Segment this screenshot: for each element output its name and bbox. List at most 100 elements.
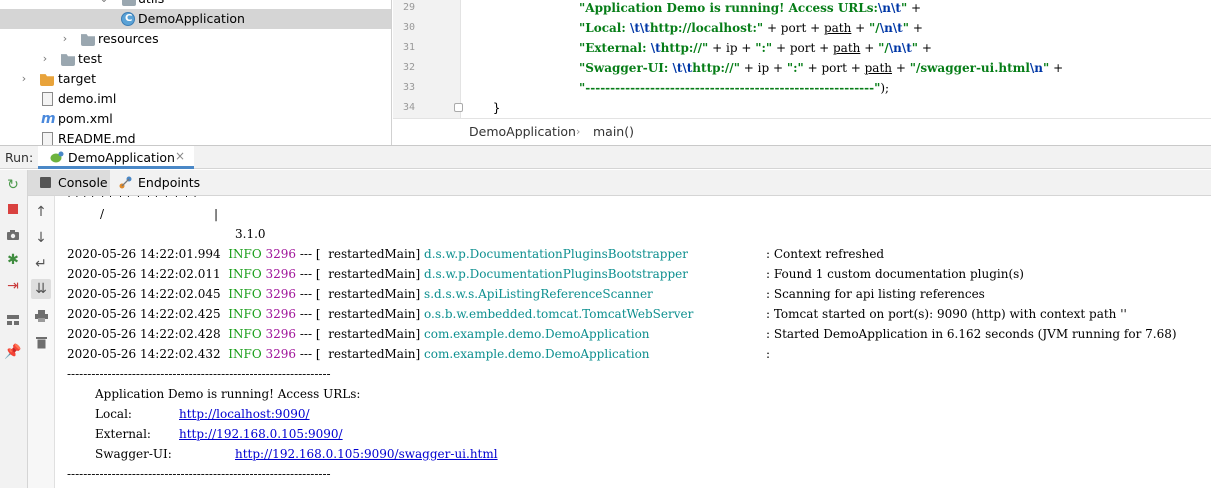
log-message: :: [766, 347, 771, 361]
log-line: 2020-05-26 14:22:02.425 INFO 3296 --- [ …: [67, 307, 694, 321]
url-label-local: Local:: [95, 407, 132, 421]
link-external[interactable]: http://192.168.0.105:9090/: [179, 424, 343, 444]
tree-item-label: pom.xml: [58, 111, 113, 126]
tree-item-test[interactable]: › test: [0, 49, 391, 69]
camera-icon[interactable]: [3, 225, 23, 245]
print-icon[interactable]: [31, 306, 51, 326]
tree-item-target[interactable]: › target: [0, 69, 391, 89]
tree-item-pom-xml[interactable]: m pom.xml: [0, 109, 391, 129]
pin-icon[interactable]: 📌: [3, 342, 23, 362]
link-local[interactable]: http://localhost:9090/: [179, 404, 310, 424]
chevron-right-icon[interactable]: ›: [18, 69, 30, 89]
run-tool-window-header: Run: DemoApplication ×: [0, 145, 1211, 169]
layout-icon[interactable]: [3, 310, 23, 330]
chevron-down-icon[interactable]: ⌄: [98, 0, 110, 9]
excluded-folder-icon: [40, 74, 54, 86]
java-class-icon: [121, 9, 135, 29]
resources-folder-icon: [81, 34, 95, 46]
exit-icon[interactable]: ⇥: [3, 276, 23, 296]
line-gutter: 29 30 31 32 33 34: [393, 0, 461, 118]
log-message: : Tomcat started on port(s): 9090 (http)…: [766, 307, 1127, 321]
code-editor[interactable]: 29 30 31 32 33 34 "Application Demo is r…: [393, 0, 1211, 145]
code-line: "Local: \t\thttp://localhost:" + port + …: [579, 21, 923, 35]
line-number: 30: [402, 22, 415, 33]
log-line: 2020-05-26 14:22:02.011 INFO 3296 --- [ …: [67, 267, 688, 281]
console-icon: [40, 177, 51, 188]
divider-line: ----------------------------------------…: [67, 467, 331, 481]
tree-item-label: resources: [98, 31, 159, 46]
line-number: 32: [402, 62, 415, 73]
run-left-toolbar: ↻ ✱ ⇥ 📌: [0, 170, 28, 488]
log-line: 2020-05-26 14:22:02.045 INFO 3296 --- [ …: [67, 287, 653, 301]
line-number: 33: [402, 82, 415, 93]
closing-brace: }: [493, 101, 501, 115]
spring-boot-run-icon: [50, 151, 64, 163]
endpoints-icon: [119, 176, 132, 189]
log-message: : Found 1 custom documentation plugin(s): [766, 267, 1024, 281]
banner-line: /: [100, 207, 105, 221]
banner-line: |: [214, 207, 219, 221]
url-label-external: External:: [95, 427, 151, 441]
tree-item-label: test: [78, 51, 103, 66]
tree-item-label: target: [58, 71, 97, 86]
tree-item-resources[interactable]: › resources: [0, 29, 391, 49]
rerun-icon[interactable]: ↻: [3, 175, 23, 195]
markdown-file-icon: [42, 132, 53, 145]
log-line: 2020-05-26 14:22:02.428 INFO 3296 --- [ …: [67, 327, 650, 341]
log-message: : Context refreshed: [766, 247, 885, 261]
close-icon[interactable]: ×: [175, 148, 185, 165]
tab-endpoints[interactable]: Endpoints: [110, 170, 210, 195]
project-tree: ⌄ utils DemoApplication › resources › te…: [0, 0, 392, 145]
editor-breadcrumb: DemoApplication › main(): [393, 118, 1211, 145]
tab-demo-application[interactable]: DemoApplication ×: [38, 146, 194, 169]
tab-console[interactable]: Console: [28, 170, 110, 195]
breadcrumb-class[interactable]: DemoApplication: [469, 123, 576, 141]
link-swagger[interactable]: http://192.168.0.105:9090/swagger-ui.htm…: [235, 444, 498, 464]
banner-art-fragment: | | | |_| |_| |_|_| |_|_|_| \: [67, 196, 287, 197]
tree-item-demo-iml[interactable]: demo.iml: [0, 89, 391, 109]
url-label-swagger: Swagger-UI:: [95, 447, 172, 461]
run-label: Run:: [5, 150, 34, 165]
line-number: 29: [402, 2, 415, 13]
debug-bug-icon[interactable]: ✱: [3, 250, 23, 270]
scroll-to-end-icon[interactable]: ⇊: [31, 279, 51, 299]
code-line: "---------------------------------------…: [579, 81, 890, 95]
tree-item-demo-application[interactable]: DemoApplication: [0, 9, 391, 29]
maven-icon: m: [41, 111, 56, 127]
log-line: 2020-05-26 14:22:02.432 INFO 3296 --- [ …: [67, 347, 650, 361]
tree-item-label: demo.iml: [58, 91, 117, 106]
tab-label: DemoApplication: [68, 150, 175, 165]
breadcrumb-method[interactable]: main(): [593, 123, 634, 141]
fold-icon[interactable]: [454, 103, 463, 112]
run-subtabs: Console Endpoints: [28, 170, 1211, 196]
code-line: "Swagger-UI: \t\thttp://" + ip + ":" + p…: [579, 61, 1064, 75]
stop-icon[interactable]: [3, 199, 23, 219]
banner-version: 3.1.0: [235, 227, 266, 241]
chevron-right-icon[interactable]: ›: [59, 29, 71, 49]
trash-icon[interactable]: [31, 332, 51, 352]
line-number: 34: [402, 102, 415, 113]
folder-icon: [122, 0, 136, 6]
tab-label: Endpoints: [138, 175, 201, 190]
code-line: "Application Demo is running! Access URL…: [579, 1, 922, 15]
log-message: : Started DemoApplication in 6.162 secon…: [766, 327, 1177, 341]
tree-item-label: DemoApplication: [138, 11, 245, 26]
chevron-right-icon[interactable]: ›: [39, 49, 51, 69]
arrow-up-icon[interactable]: ↑: [31, 202, 51, 222]
tree-item-label: README.md: [58, 131, 136, 145]
console-toolbar: ↑ ↓ ↵ ⇊: [28, 196, 55, 488]
folder-icon: [61, 54, 75, 66]
log-line: 2020-05-26 14:22:01.994 INFO 3296 --- [ …: [67, 247, 688, 261]
divider-line: ----------------------------------------…: [67, 367, 331, 381]
arrow-down-icon[interactable]: ↓: [31, 228, 51, 248]
tree-item-readme[interactable]: README.md: [0, 129, 391, 145]
soft-wrap-icon[interactable]: ↵: [31, 254, 51, 274]
log-message: : Scanning for api listing references: [766, 287, 985, 301]
tree-item-utils[interactable]: ⌄ utils: [0, 0, 391, 9]
line-number: 31: [402, 42, 415, 53]
tree-item-label: utils: [138, 0, 164, 9]
access-urls-title: Application Demo is running! Access URLs…: [95, 387, 361, 401]
console-output[interactable]: | | | |_| |_| |_|_| |_|_|_| \ / | 3.1.0 …: [56, 196, 1211, 488]
code-line: "External: \thttp://" + ip + ":" + port …: [579, 41, 932, 55]
tab-label: Console: [58, 175, 108, 190]
